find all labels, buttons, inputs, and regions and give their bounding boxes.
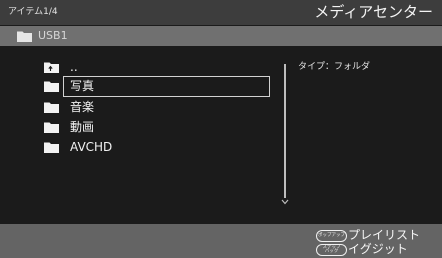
- list-item-label: 動画: [70, 120, 95, 134]
- media-center-screen: アイテム1/4 メディアセンター USB1 .. 写真 音楽 動画 AVCHD …: [0, 0, 442, 258]
- exit-action[interactable]: ステップ バック イグジット: [316, 242, 426, 257]
- chevron-down-icon[interactable]: [281, 199, 289, 205]
- folder-icon: [44, 81, 59, 92]
- item-type-info: タイプ：フォルダ: [298, 62, 371, 72]
- list-item-folder[interactable]: 写真: [40, 76, 270, 97]
- path-bar: USB1: [0, 26, 442, 46]
- popup-button-icon: ポップアップ: [316, 230, 347, 242]
- folder-icon: [44, 102, 59, 113]
- button-caption: バック: [324, 249, 339, 254]
- item-counter: アイテム1/4: [8, 7, 58, 17]
- list-item-label: 音楽: [70, 100, 95, 114]
- list-item-folder[interactable]: AVCHD: [40, 137, 270, 158]
- app-title: メディアセンター: [314, 3, 433, 21]
- back-button-icon: ステップ バック: [316, 244, 347, 256]
- folder-icon: [44, 142, 59, 153]
- list-item-label: AVCHD: [70, 140, 113, 154]
- folder-icon: [44, 122, 59, 133]
- list-item-parent-folder[interactable]: ..: [40, 57, 270, 78]
- current-location: USB1: [38, 29, 68, 42]
- button-caption: ポップアップ: [318, 232, 345, 238]
- exit-label: イグジット: [348, 242, 408, 256]
- header-bar: アイテム1/4 メディアセンター: [0, 0, 442, 25]
- folder-icon: [17, 31, 32, 42]
- list-item-folder[interactable]: 音楽: [40, 97, 270, 118]
- list-item-folder[interactable]: 動画: [40, 117, 270, 138]
- list-item-label: ..: [70, 60, 78, 74]
- list-item-label: 写真: [63, 76, 270, 97]
- parent-folder-icon: [44, 62, 59, 73]
- scrollbar[interactable]: [284, 64, 286, 198]
